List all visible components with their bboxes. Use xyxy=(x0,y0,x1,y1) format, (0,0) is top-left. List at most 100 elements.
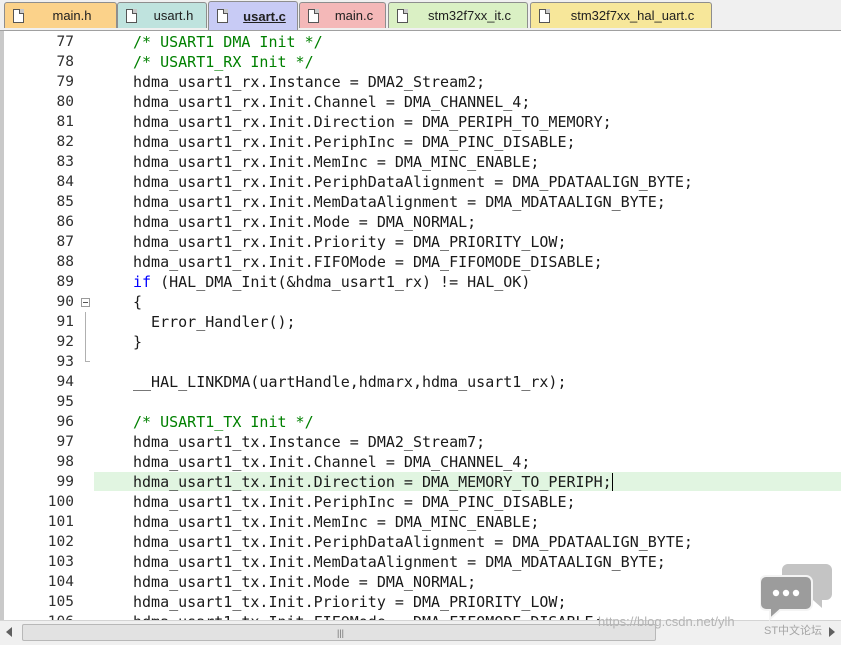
code-line[interactable]: 81 hdma_usart1_rx.Init.Direction = DMA_PE… xyxy=(0,112,841,132)
tab-label: stm32f7xx_it.c xyxy=(427,8,512,23)
code-line[interactable]: 93 xyxy=(0,352,841,372)
code-text: hdma_usart1_rx.Init.PeriphDataAlignment … xyxy=(133,172,693,192)
code-line[interactable]: 91 Error_Handler(); xyxy=(0,312,841,332)
line-number: 87 xyxy=(56,234,74,250)
code-line[interactable]: 83 hdma_usart1_rx.Init.MemInc = DMA_MINC_… xyxy=(0,152,841,172)
code-text: /* USART1_RX Init */ xyxy=(133,52,314,72)
code-line[interactable]: 95 xyxy=(0,392,841,412)
code-content: hdma_usart1_rx.Init.FIFOMode = DMA_FIFOM… xyxy=(133,253,603,271)
code-line[interactable]: 78 /* USART1_RX Init */ xyxy=(0,52,841,72)
code-content: /* USART1 DMA Init */ xyxy=(133,33,323,51)
code-line[interactable]: 100 hdma_usart1_tx.Init.PeriphInc = DMA_P… xyxy=(0,492,841,512)
line-number: 92 xyxy=(56,334,74,350)
code-text: hdma_usart1_tx.Init.PeriphDataAlignment … xyxy=(133,532,693,552)
logo-text: ST中文论坛 xyxy=(764,625,823,637)
line-number: 103 xyxy=(47,554,74,570)
code-text: hdma_usart1_tx.Init.MemDataAlignment = D… xyxy=(133,552,666,572)
tab-usart-c[interactable]: usart.c xyxy=(208,1,298,30)
line-number: 99 xyxy=(56,474,74,490)
scroll-right-arrow-icon[interactable] xyxy=(829,627,835,637)
code-text: /* USART1 DMA Init */ xyxy=(133,32,323,52)
code-line[interactable]: 87 hdma_usart1_rx.Init.Priority = DMA_PRI… xyxy=(0,232,841,252)
code-line[interactable]: 89 if (HAL_DMA_Init(&hdma_usart1_rx) != H… xyxy=(0,272,841,292)
code-content: hdma_usart1_rx.Init.Direction = DMA_PERI… xyxy=(133,113,612,131)
code-content: hdma_usart1_tx.Init.MemInc = DMA_MINC_EN… xyxy=(133,513,540,531)
code-text: hdma_usart1_tx.Init.FIFOMode = DMA_FIFOM… xyxy=(133,612,603,620)
line-number: 95 xyxy=(56,394,74,410)
code-line[interactable]: 77 /* USART1 DMA Init */ xyxy=(0,32,841,52)
line-number: 102 xyxy=(47,534,74,550)
code-line[interactable]: 82 hdma_usart1_rx.Init.PeriphInc = DMA_PI… xyxy=(0,132,841,152)
code-text: hdma_usart1_rx.Init.PeriphInc = DMA_PINC… xyxy=(133,132,576,152)
file-icon xyxy=(126,8,137,23)
code-text: hdma_usart1_rx.Init.Priority = DMA_PRIOR… xyxy=(133,232,566,252)
code-content: hdma_usart1_tx.Init.Mode = DMA_NORMAL; xyxy=(133,573,477,591)
tab-bar: main.h usart.h usart.c main.c stm32f7xx_… xyxy=(0,0,841,31)
code-content: hdma_usart1_tx.Instance = DMA2_Stream7; xyxy=(133,433,486,451)
code-editor[interactable]: 77 /* USART1 DMA Init */ 78 /* USART1_RX In… xyxy=(0,31,841,620)
tab-main-c[interactable]: main.c xyxy=(299,2,386,28)
code-line[interactable]: 101 hdma_usart1_tx.Init.MemInc = DMA_MINC… xyxy=(0,512,841,532)
keyword: if xyxy=(133,273,152,291)
code-text: hdma_usart1_tx.Init.Priority = DMA_PRIOR… xyxy=(133,592,566,612)
code-text: { xyxy=(133,292,142,312)
code-text: hdma_usart1_rx.Init.FIFOMode = DMA_FIFOM… xyxy=(133,252,603,272)
code-content: Error_Handler(); xyxy=(133,313,296,331)
code-line[interactable]: 103 hdma_usart1_tx.Init.MemDataAlignment … xyxy=(0,552,841,572)
code-text: hdma_usart1_tx.Init.PeriphInc = DMA_PINC… xyxy=(133,492,576,512)
code-line[interactable]: 84 hdma_usart1_rx.Init.PeriphDataAlignmen… xyxy=(0,172,841,192)
line-number: 80 xyxy=(56,94,74,110)
line-number: 105 xyxy=(47,594,74,610)
code-text: /* USART1_TX Init */ xyxy=(133,412,314,432)
code-line[interactable]: 97 hdma_usart1_tx.Instance = DMA2_Stream7… xyxy=(0,432,841,452)
tab-stm32f7xx-hal-uart-c[interactable]: stm32f7xx_hal_uart.c xyxy=(530,2,712,28)
code-text: hdma_usart1_rx.Init.Mode = DMA_NORMAL; xyxy=(133,212,476,232)
code-text: __HAL_LINKDMA(uartHandle,hdmarx,hdma_usa… xyxy=(133,372,566,392)
tab-label: main.c xyxy=(334,8,374,23)
code-line[interactable]: 88 hdma_usart1_rx.Init.FIFOMode = DMA_FIF… xyxy=(0,252,841,272)
file-icon xyxy=(397,8,408,23)
code-line[interactable]: 86 hdma_usart1_rx.Init.Mode = DMA_NORMAL; xyxy=(0,212,841,232)
code-line[interactable]: 102 hdma_usart1_tx.Init.PeriphDataAlignme… xyxy=(0,532,841,552)
scrollbar-thumb[interactable]: ||| xyxy=(22,624,656,641)
code-content: hdma_usart1_tx.Init.Direction = DMA_MEMO… xyxy=(133,473,613,491)
code-line[interactable]: 92} xyxy=(0,332,841,352)
scroll-left-arrow-icon[interactable] xyxy=(6,627,12,637)
file-icon xyxy=(13,8,24,23)
code-content: hdma_usart1_tx.Init.PeriphDataAlignment … xyxy=(133,533,693,551)
tab-usart-h[interactable]: usart.h xyxy=(117,2,207,28)
chat-bubble-logo-icon xyxy=(760,564,832,622)
line-number: 77 xyxy=(56,34,74,50)
code-text: hdma_usart1_tx.Init.Direction = DMA_MEMO… xyxy=(133,472,613,492)
code-content: hdma_usart1_tx.Init.MemDataAlignment = D… xyxy=(133,553,666,571)
code-text: hdma_usart1_rx.Init.MemDataAlignment = D… xyxy=(133,192,666,212)
fold-guide xyxy=(85,332,86,352)
code-content: hdma_usart1_tx.Init.FIFOMode = DMA_FIFOM… xyxy=(133,613,603,620)
code-content: /* USART1_RX Init */ xyxy=(133,53,314,71)
line-number: 90 xyxy=(56,294,74,310)
code-content: hdma_usart1_tx.Init.PeriphInc = DMA_PINC… xyxy=(133,493,576,511)
code-line[interactable]: 94 __HAL_LINKDMA(uartHandle,hdmarx,hdma_u… xyxy=(0,372,841,392)
code-line[interactable]: 99 hdma_usart1_tx.Init.Direction = DMA_ME… xyxy=(0,472,841,492)
code-line[interactable]: 80 hdma_usart1_rx.Init.Channel = DMA_CHAN… xyxy=(0,92,841,112)
code-line[interactable]: 104 hdma_usart1_tx.Init.Mode = DMA_NORMAL… xyxy=(0,572,841,592)
tab-main-h[interactable]: main.h xyxy=(4,2,117,28)
code-line[interactable]: 79 hdma_usart1_rx.Instance = DMA2_Stream2… xyxy=(0,72,841,92)
code-line[interactable]: 96 /* USART1_TX Init */ xyxy=(0,412,841,432)
tab-label: usart.c xyxy=(243,8,286,24)
code-line[interactable]: 85 hdma_usart1_rx.Init.MemDataAlignment =… xyxy=(0,192,841,212)
code-line[interactable]: 105 hdma_usart1_tx.Init.Priority = DMA_PR… xyxy=(0,592,841,612)
line-number: 82 xyxy=(56,134,74,150)
line-number: 88 xyxy=(56,254,74,270)
fold-collapse-icon[interactable] xyxy=(81,298,90,307)
code-text: hdma_usart1_tx.Init.MemInc = DMA_MINC_EN… xyxy=(133,512,539,532)
line-number: 97 xyxy=(56,434,74,450)
line-number: 106 xyxy=(8,612,74,620)
code-line[interactable]: 98 hdma_usart1_tx.Init.Channel = DMA_CHAN… xyxy=(0,452,841,472)
code-line[interactable]: 90 { xyxy=(0,292,841,312)
code-content: { xyxy=(133,293,143,311)
tab-stm32f7xx-it-c[interactable]: stm32f7xx_it.c xyxy=(388,2,528,28)
code-text: hdma_usart1_rx.Init.Direction = DMA_PERI… xyxy=(133,112,612,132)
code-content: hdma_usart1_rx.Init.Mode = DMA_NORMAL; xyxy=(133,213,477,231)
line-number: 94 xyxy=(56,374,74,390)
